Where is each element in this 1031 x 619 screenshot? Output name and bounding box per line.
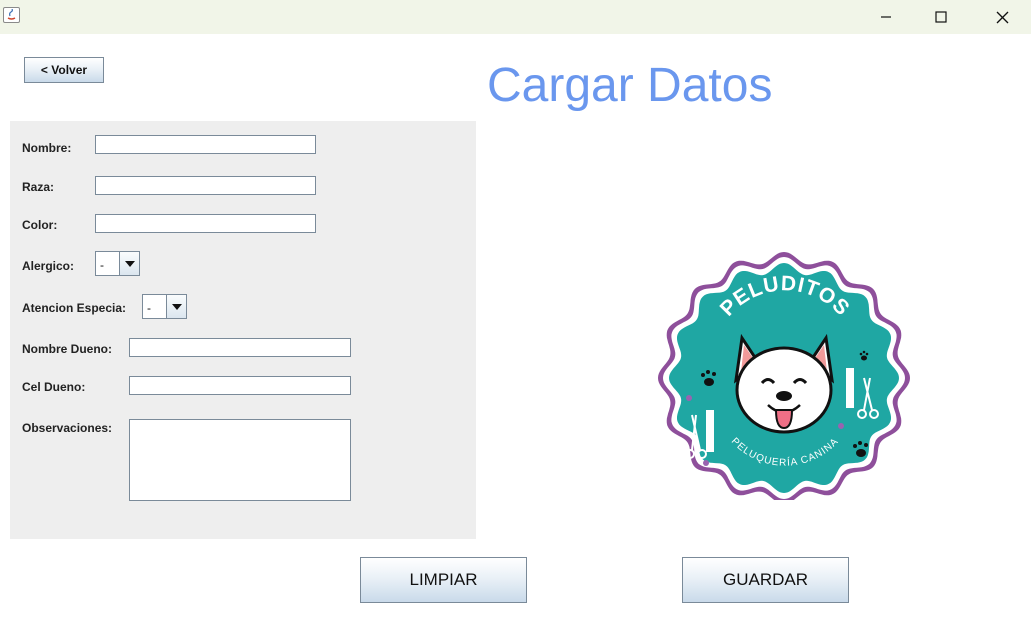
alergico-label: Alergico: [22,259,75,273]
color-field[interactable] [95,214,316,233]
window-titlebar [0,0,1031,34]
color-label: Color: [22,218,58,232]
window-content: < Volver Cargar Datos Nombre: Raza: Colo… [0,34,1031,619]
form-panel: Nombre: Raza: Color: Alergico: - Atencio… [10,121,476,539]
nombre-field[interactable] [95,135,316,154]
nombre-dueno-field[interactable] [129,338,351,357]
page-title: Cargar Datos [487,59,773,112]
close-icon[interactable] [980,0,1024,34]
nombre-dueno-label: Nombre Dueno: [22,342,112,356]
atencion-especial-value: - [147,301,151,315]
atencion-especial-label: Atencion Especia: [22,301,127,315]
cel-dueno-label: Cel Dueno: [22,380,86,394]
nombre-label: Nombre: [22,141,72,155]
alergico-select[interactable]: - [95,251,140,276]
alergico-value: - [100,258,104,272]
chevron-down-icon[interactable] [166,295,186,318]
java-app-icon[interactable] [3,7,20,23]
chevron-down-icon[interactable] [119,252,139,275]
maximize-icon[interactable] [919,0,963,34]
observaciones-textarea[interactable] [129,419,351,501]
raza-field[interactable] [95,176,316,195]
dog-face-icon [733,333,835,434]
back-button[interactable]: < Volver [24,57,104,83]
observaciones-label: Observaciones: [22,421,113,435]
atencion-especial-select[interactable]: - [142,294,187,319]
raza-label: Raza: [22,180,55,194]
save-button[interactable]: GUARDAR [682,557,849,603]
cel-dueno-field[interactable] [129,376,351,395]
peluditos-logo: PELUDITOS PELUQUERÍA CANINA [656,250,912,504]
minimize-icon[interactable] [864,0,908,34]
clear-button[interactable]: LIMPIAR [360,557,527,603]
